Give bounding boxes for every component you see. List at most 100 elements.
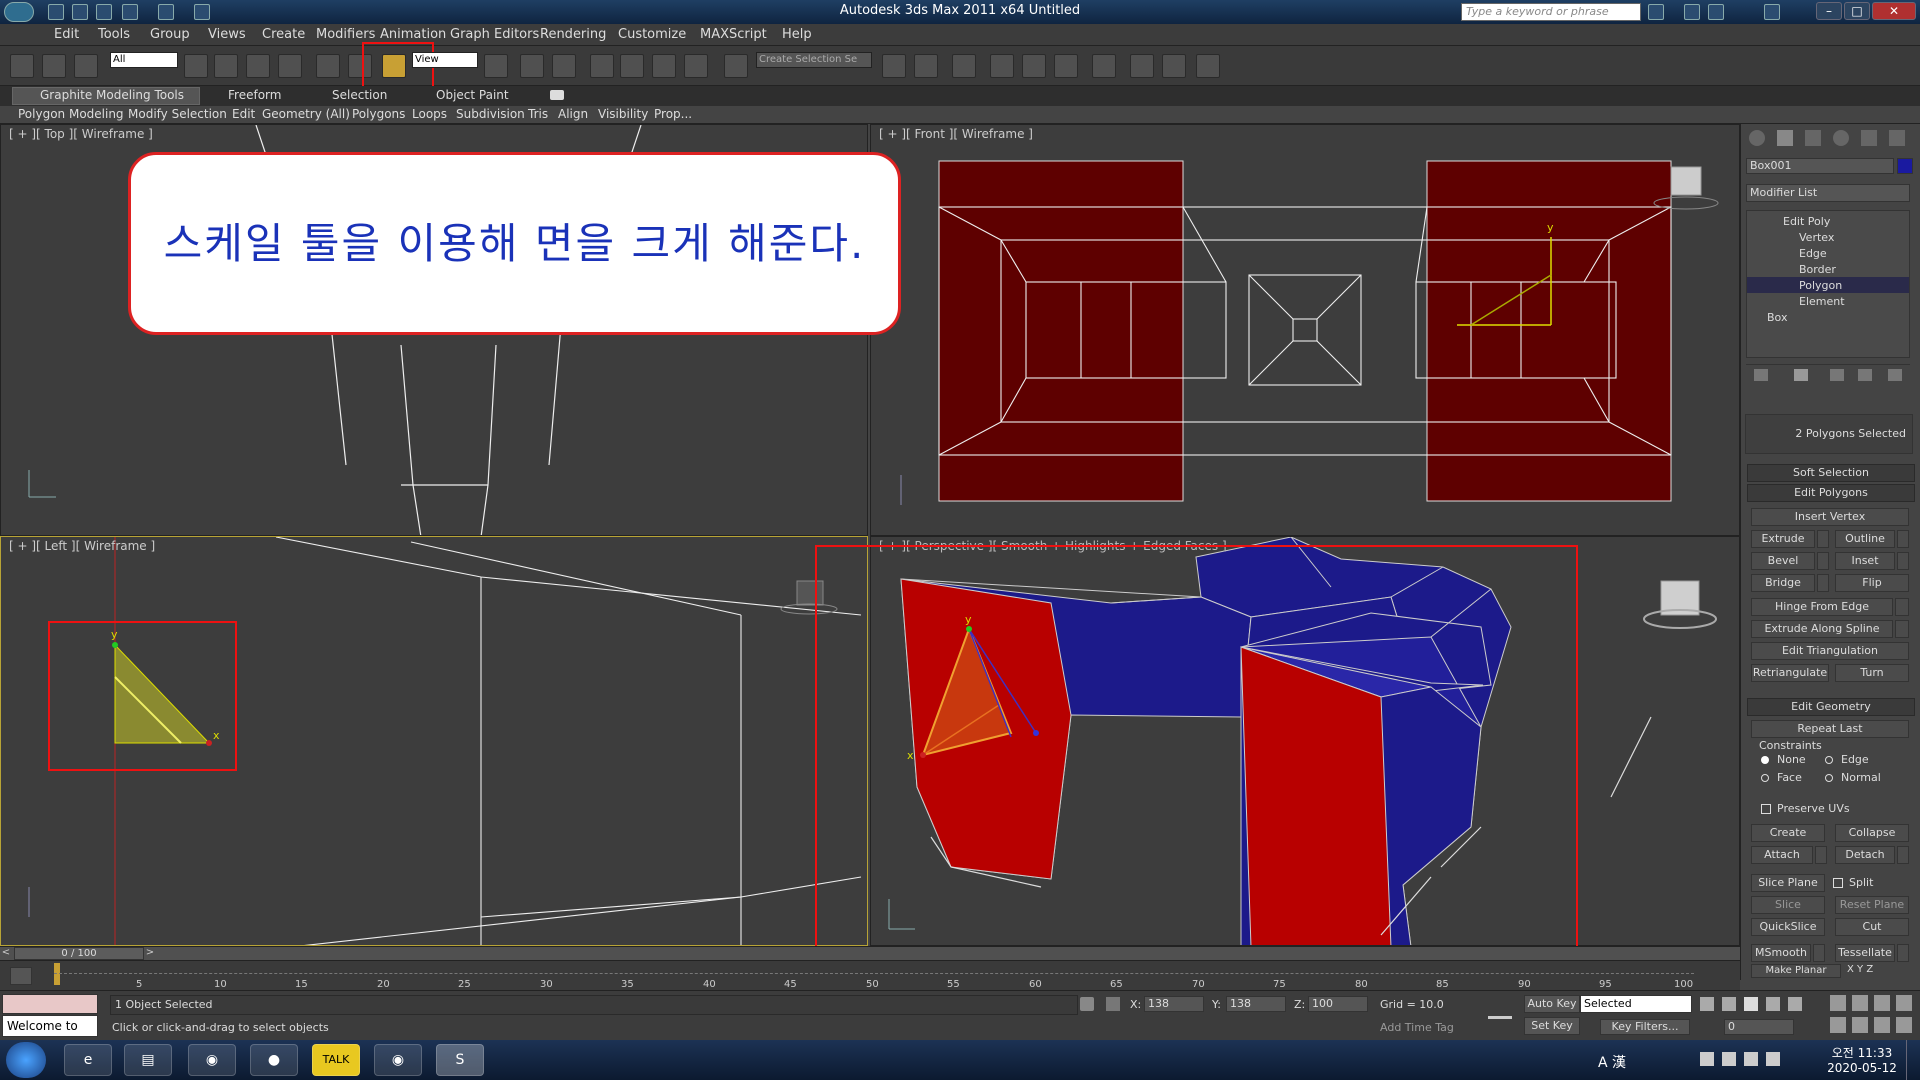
select-by-name-icon[interactable] [214, 54, 238, 78]
bevel-button[interactable]: Bevel [1751, 552, 1815, 570]
show-desktop-button[interactable] [1906, 1040, 1920, 1080]
graphite-toggle-icon[interactable] [990, 54, 1014, 78]
window-crossing-icon[interactable] [278, 54, 302, 78]
kakaotalk-icon[interactable]: TALK [312, 1044, 360, 1076]
collapse-button[interactable]: Collapse [1835, 824, 1909, 842]
hierarchy-tab-icon[interactable] [1805, 130, 1821, 146]
viewport-left-label[interactable]: [ + ][ Left ][ Wireframe ] [9, 539, 155, 553]
favorites-star-icon[interactable] [1708, 4, 1724, 20]
go-to-end-icon[interactable] [1788, 997, 1802, 1011]
stack-item-edge[interactable]: Edge [1799, 247, 1827, 260]
menu-group[interactable]: Group [150, 27, 190, 42]
extrude-along-spline-button[interactable]: Extrude Along Spline [1751, 620, 1893, 638]
edit-polygons-rollout[interactable]: Edit Polygons [1747, 484, 1915, 502]
attach-button[interactable]: Attach [1751, 846, 1813, 864]
help-icon[interactable] [1764, 4, 1780, 20]
panel-subdivision[interactable]: Subdivision [456, 107, 525, 121]
maxscript-listener-pink[interactable] [2, 994, 98, 1014]
configure-sets-icon[interactable] [1888, 369, 1902, 381]
outline-settings-button[interactable] [1897, 530, 1909, 548]
inset-settings-button[interactable] [1897, 552, 1909, 570]
schematic-view-icon[interactable] [1054, 54, 1078, 78]
slice-plane-button[interactable]: Slice Plane [1751, 874, 1825, 892]
make-unique-icon[interactable] [1830, 369, 1844, 381]
motion-tab-icon[interactable] [1833, 130, 1849, 146]
align-icon[interactable] [914, 54, 938, 78]
z-coordinate-field[interactable]: 100 [1308, 996, 1368, 1012]
msmooth-button[interactable]: MSmooth [1751, 944, 1811, 962]
stack-item-element[interactable]: Element [1799, 295, 1845, 308]
material-editor-icon[interactable] [1092, 54, 1116, 78]
field-of-view-icon[interactable] [1830, 1017, 1846, 1033]
naver-icon[interactable]: ● [250, 1044, 298, 1076]
rectangular-selection-icon[interactable] [246, 54, 270, 78]
clock-date[interactable]: 2020-05-12 [1826, 1061, 1898, 1075]
constraint-none-radio[interactable] [1761, 756, 1769, 764]
panel-loops[interactable]: Loops [412, 107, 447, 121]
select-link-icon[interactable] [10, 54, 34, 78]
tray-icon[interactable] [1700, 1052, 1714, 1066]
keyword-search-input[interactable]: Type a keyword or phrase [1461, 3, 1641, 21]
pan-icon[interactable] [1852, 1017, 1868, 1033]
bind-spacewarp-icon[interactable] [74, 54, 98, 78]
retriangulate-button[interactable]: Retriangulate [1751, 664, 1829, 682]
modify-tab-icon[interactable] [1777, 130, 1793, 146]
extrude-settings-button[interactable] [1817, 530, 1829, 548]
stack-item-vertex[interactable]: Vertex [1799, 231, 1834, 244]
panel-polygon-modeling[interactable]: Polygon Modeling [18, 107, 124, 121]
show-end-result-icon[interactable] [1794, 369, 1808, 381]
chrome-icon[interactable]: ◉ [188, 1044, 236, 1076]
manipulate-icon[interactable] [520, 54, 544, 78]
chrome-app-icon[interactable]: ◉ [374, 1044, 422, 1076]
track-bar[interactable]: 5 10 15 20 25 30 35 40 45 50 55 60 65 70… [0, 960, 1740, 990]
menu-customize[interactable]: Customize [618, 27, 686, 42]
minimize-button[interactable]: – [1816, 2, 1842, 20]
close-button[interactable]: ✕ [1872, 2, 1916, 20]
extrude-spline-settings-button[interactable] [1895, 620, 1909, 638]
tessellate-settings-button[interactable] [1897, 944, 1909, 962]
panel-geometry-all[interactable]: Geometry (All) [262, 107, 350, 121]
panel-properties[interactable]: Prop... [654, 107, 692, 121]
maxscript-mini-listener[interactable]: Welcome to MA [2, 1015, 98, 1053]
zoom-extents-icon[interactable] [1874, 995, 1890, 1011]
flip-button[interactable]: Flip [1835, 574, 1909, 592]
angle-snap-icon[interactable] [620, 54, 644, 78]
edit-geometry-rollout[interactable]: Edit Geometry [1747, 698, 1915, 716]
zoom-all-icon[interactable] [1852, 995, 1868, 1011]
detach-button[interactable]: Detach [1835, 846, 1895, 864]
menu-modifiers[interactable]: Modifiers [316, 27, 375, 42]
menu-graph-editors[interactable]: Graph Editors [450, 27, 539, 42]
start-button[interactable] [6, 1042, 46, 1078]
menu-tools[interactable]: Tools [98, 27, 130, 42]
zoom-extents-all-icon[interactable] [1896, 995, 1912, 1011]
volume-icon[interactable] [1766, 1052, 1780, 1066]
3dsmax-taskbar-icon[interactable]: S [436, 1044, 484, 1076]
mirror-icon[interactable] [882, 54, 906, 78]
tray-icon[interactable] [1722, 1052, 1736, 1066]
viewport-front[interactable]: y [ + ][ Front ][ Wireframe ] [870, 124, 1740, 536]
maximize-button[interactable]: □ [1844, 2, 1870, 20]
display-tab-icon[interactable] [1861, 130, 1877, 146]
split-checkbox[interactable] [1833, 878, 1843, 888]
tessellate-button[interactable]: Tessellate [1835, 944, 1895, 962]
bridge-button[interactable]: Bridge [1751, 574, 1815, 592]
utilities-tab-icon[interactable] [1889, 130, 1905, 146]
time-slider-thumb[interactable]: 0 / 100 [14, 947, 144, 960]
outline-button[interactable]: Outline [1835, 530, 1895, 548]
stack-item-polygon[interactable]: Polygon [1799, 279, 1842, 292]
soft-selection-rollout[interactable]: Soft Selection [1747, 464, 1915, 482]
remove-modifier-icon[interactable] [1858, 369, 1872, 381]
panel-tris[interactable]: Tris [528, 107, 548, 121]
viewport-front-label[interactable]: [ + ][ Front ][ Wireframe ] [879, 127, 1033, 141]
select-object-icon[interactable] [184, 54, 208, 78]
selection-lock-icon[interactable] [1080, 997, 1094, 1011]
create-tab-icon[interactable] [1749, 130, 1765, 146]
percent-snap-icon[interactable] [652, 54, 676, 78]
attach-list-button[interactable] [1815, 846, 1827, 864]
menu-create[interactable]: Create [262, 27, 305, 42]
rendered-frame-icon[interactable] [1162, 54, 1186, 78]
edit-triangulation-button[interactable]: Edit Triangulation [1751, 642, 1909, 660]
play-icon[interactable] [1744, 997, 1758, 1011]
bridge-settings-button[interactable] [1817, 574, 1829, 592]
insert-vertex-button[interactable]: Insert Vertex [1751, 508, 1909, 526]
